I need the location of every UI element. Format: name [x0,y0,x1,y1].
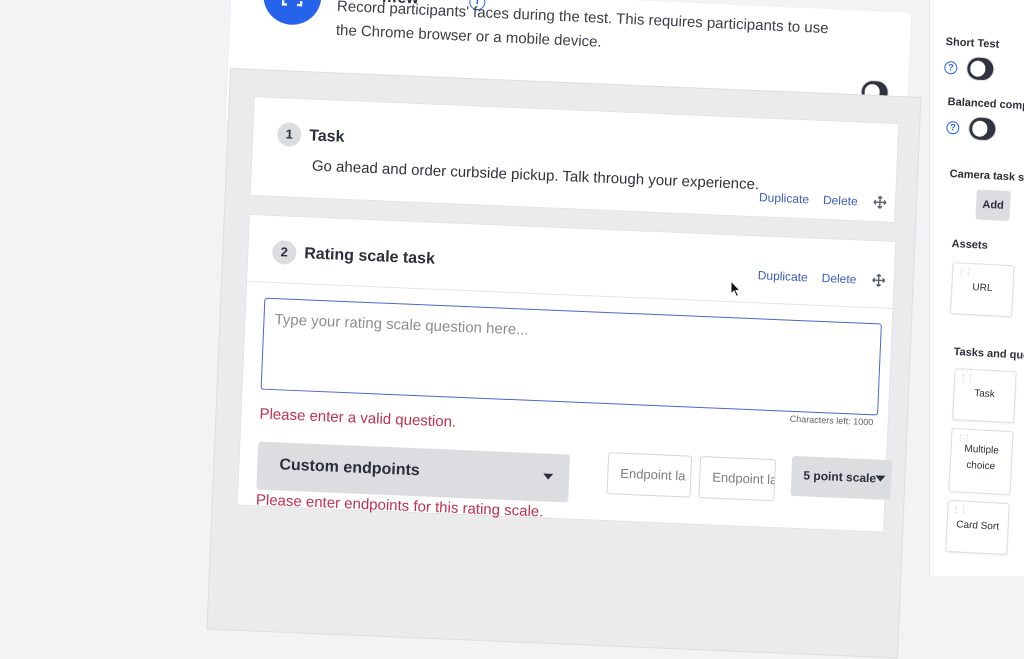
asset-tile-label: URL [972,282,993,295]
camera-task-label: Camera task sectio [949,168,1024,186]
task-card-1: 1 Task Go ahead and order curbside picku… [249,96,900,223]
scale-select[interactable]: 5 point scale [790,455,893,501]
camera-record-icon [262,0,323,27]
chevron-down-icon [875,475,886,482]
short-test-toggle[interactable] [966,57,994,81]
multiple-choice-tile[interactable]: ⋮⋮ Multiple choice [948,427,1014,496]
tasks-and-questions-label: Tasks and questio [953,346,1024,363]
task-tile-label: Task [973,388,996,401]
asset-tile-url[interactable]: ⋮⋮ URL [950,262,1015,318]
rating-question-input[interactable] [260,297,882,416]
tasks-panel: 1 Task Go ahead and order curbside picku… [206,68,922,659]
question-error: Please enter a valid question. [259,405,457,431]
recording-description: Record participants' faces during the te… [335,0,829,51]
task-number-badge: 1 [276,122,302,148]
delete-link[interactable]: Delete [821,271,856,286]
characters-left: Characters left: 1000 [789,413,874,428]
help-icon[interactable]: ? [944,60,958,75]
drag-move-icon[interactable] [871,273,886,288]
drag-move-icon[interactable] [873,195,888,210]
task-body: Go ahead and order curbside pickup. Talk… [311,157,760,194]
endpoints-type-value: Custom endpoints [279,456,421,480]
delete-link[interactable]: Delete [823,193,858,208]
mouse-cursor-icon [730,280,742,298]
endpoint-label-input-2[interactable]: Endpoint la [698,456,777,502]
card-sort-tile[interactable]: ⋮⋮ Card Sort [945,499,1010,556]
assets-label: Assets [951,238,989,252]
duplicate-link[interactable]: Duplicate [759,190,810,206]
task-tile[interactable]: ⋮⋮ Task [952,368,1017,424]
chevron-down-icon [543,473,554,480]
endpoint-label-input-1[interactable]: Endpoint la [606,452,693,498]
help-icon[interactable]: ? [946,120,960,135]
scale-select-value: 5 point scale [803,468,877,486]
sidebar: Short Test ? Balanced comparis ? Camera … [930,0,1024,576]
task-card-2: 2 Rating scale task Duplicate Delete Cha… [236,213,897,533]
multiple-choice-tile-label: Multiple choice [964,443,1000,473]
drag-handle-icon: ⋮⋮ [952,505,967,515]
stage: …ew i Record participants' faces during … [0,0,1024,659]
task-title: Task [308,127,345,146]
task-title: Rating scale task [303,245,436,268]
duplicate-link[interactable]: Duplicate [757,268,808,284]
balanced-comparison-label: Balanced comparis [947,96,1024,114]
drag-handle-icon: ⋮⋮ [957,267,972,278]
balanced-comparison-toggle[interactable] [968,117,996,141]
short-test-label: Short Test [945,36,1000,51]
drag-handle-icon: ⋮⋮ [959,373,974,384]
task-number-badge: 2 [271,239,297,265]
card-sort-tile-label: Card Sort [955,519,1000,533]
add-camera-task-button[interactable]: Add [975,189,1011,222]
